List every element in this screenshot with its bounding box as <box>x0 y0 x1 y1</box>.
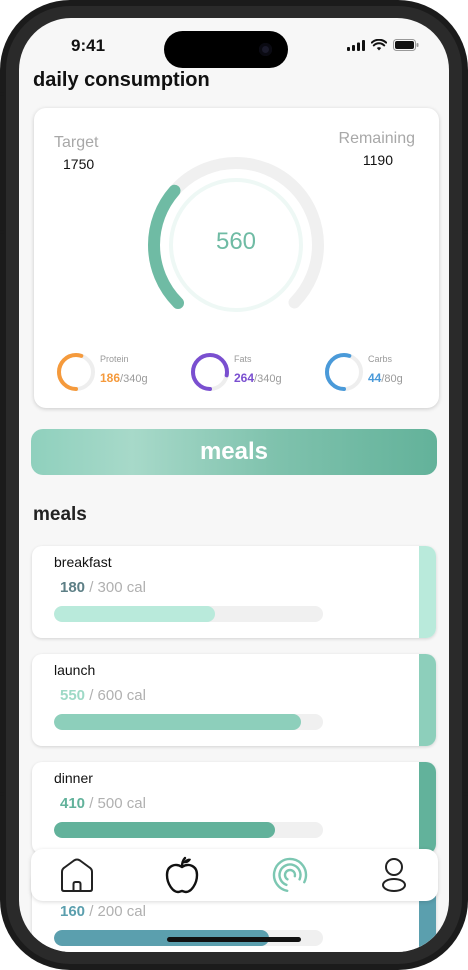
status-time: 9:41 <box>71 36 106 55</box>
tab-profile[interactable] <box>374 855 414 895</box>
meal-name: launch <box>54 662 96 678</box>
side-button-lower <box>0 792 4 796</box>
side-button-mute <box>0 92 4 96</box>
meal-accent <box>419 762 436 854</box>
meal-accent <box>419 546 436 638</box>
status-icons <box>347 39 419 51</box>
apple-icon <box>165 856 199 894</box>
profile-icon <box>382 858 406 892</box>
meal-calories: 410 / 500 cal <box>60 795 146 812</box>
side-button-power <box>464 230 468 234</box>
macro-carbs: Carbs 44/80g <box>324 352 444 396</box>
meal-progress-track <box>54 714 323 730</box>
meal-name: dinner <box>54 770 93 786</box>
progress-rings-icon <box>272 857 308 893</box>
meal-card-breakfast[interactable]: breakfast 180 / 300 cal <box>32 546 436 638</box>
meal-name: breakfast <box>54 554 112 570</box>
tab-progress[interactable] <box>270 855 310 895</box>
dynamic-island <box>164 31 288 68</box>
meal-accent <box>419 654 436 746</box>
remaining-label: Remaining <box>338 130 415 147</box>
protein-ring <box>57 353 95 391</box>
carbs-ring <box>325 353 363 391</box>
meal-calories: 550 / 600 cal <box>60 687 146 704</box>
fats-value: 264/340g <box>234 371 282 385</box>
fats-label: Fats <box>234 354 252 364</box>
protein-label: Protein <box>100 354 129 364</box>
carbs-label: Carbs <box>368 354 393 364</box>
meal-calories: 180 / 300 cal <box>60 579 146 596</box>
remaining-value: 1190 <box>362 152 393 168</box>
macro-protein: Protein 186/340g <box>56 352 176 396</box>
meals-button[interactable]: meals <box>31 429 437 475</box>
meal-progress-fill <box>54 606 216 622</box>
page-title: daily consumption <box>33 69 210 91</box>
meal-progress-track <box>54 822 323 838</box>
target-value: 1750 <box>63 156 95 172</box>
home-icon <box>61 858 93 892</box>
meal-card-launch[interactable]: launch 550 / 600 cal <box>32 654 436 746</box>
meal-progress-track <box>54 606 323 622</box>
battery-icon <box>393 39 419 51</box>
side-button-lower-right <box>464 792 468 796</box>
home-indicator <box>167 937 301 942</box>
calorie-summary-card: Target 1750 Remaining 1190 560 Protein 1… <box>34 108 439 408</box>
bottom-tab-bar <box>31 849 438 901</box>
tab-home[interactable] <box>57 855 97 895</box>
meal-card-dinner[interactable]: dinner 410 / 500 cal <box>32 762 436 854</box>
macro-fats: Fats 264/340g <box>190 352 310 396</box>
meals-section-title: meals <box>33 504 87 525</box>
side-button-volume-up <box>0 230 4 234</box>
app-screen: 9:41 daily consumption Target 1750 Remai… <box>19 18 449 952</box>
carbs-value: 44/80g <box>368 371 403 385</box>
meal-progress-fill <box>54 714 301 730</box>
status-bar: 9:41 <box>19 18 449 68</box>
meal-progress-fill <box>54 822 275 838</box>
fats-ring <box>191 353 229 391</box>
tab-food[interactable] <box>162 855 202 895</box>
target-label: Target <box>54 134 99 151</box>
meal-calories: 160 / 200 cal <box>60 903 146 920</box>
protein-value: 186/340g <box>100 371 148 385</box>
camera-icon <box>259 43 272 56</box>
wifi-icon <box>371 39 387 51</box>
consumed-calories: 560 <box>215 228 257 255</box>
signal-icon <box>347 39 365 51</box>
